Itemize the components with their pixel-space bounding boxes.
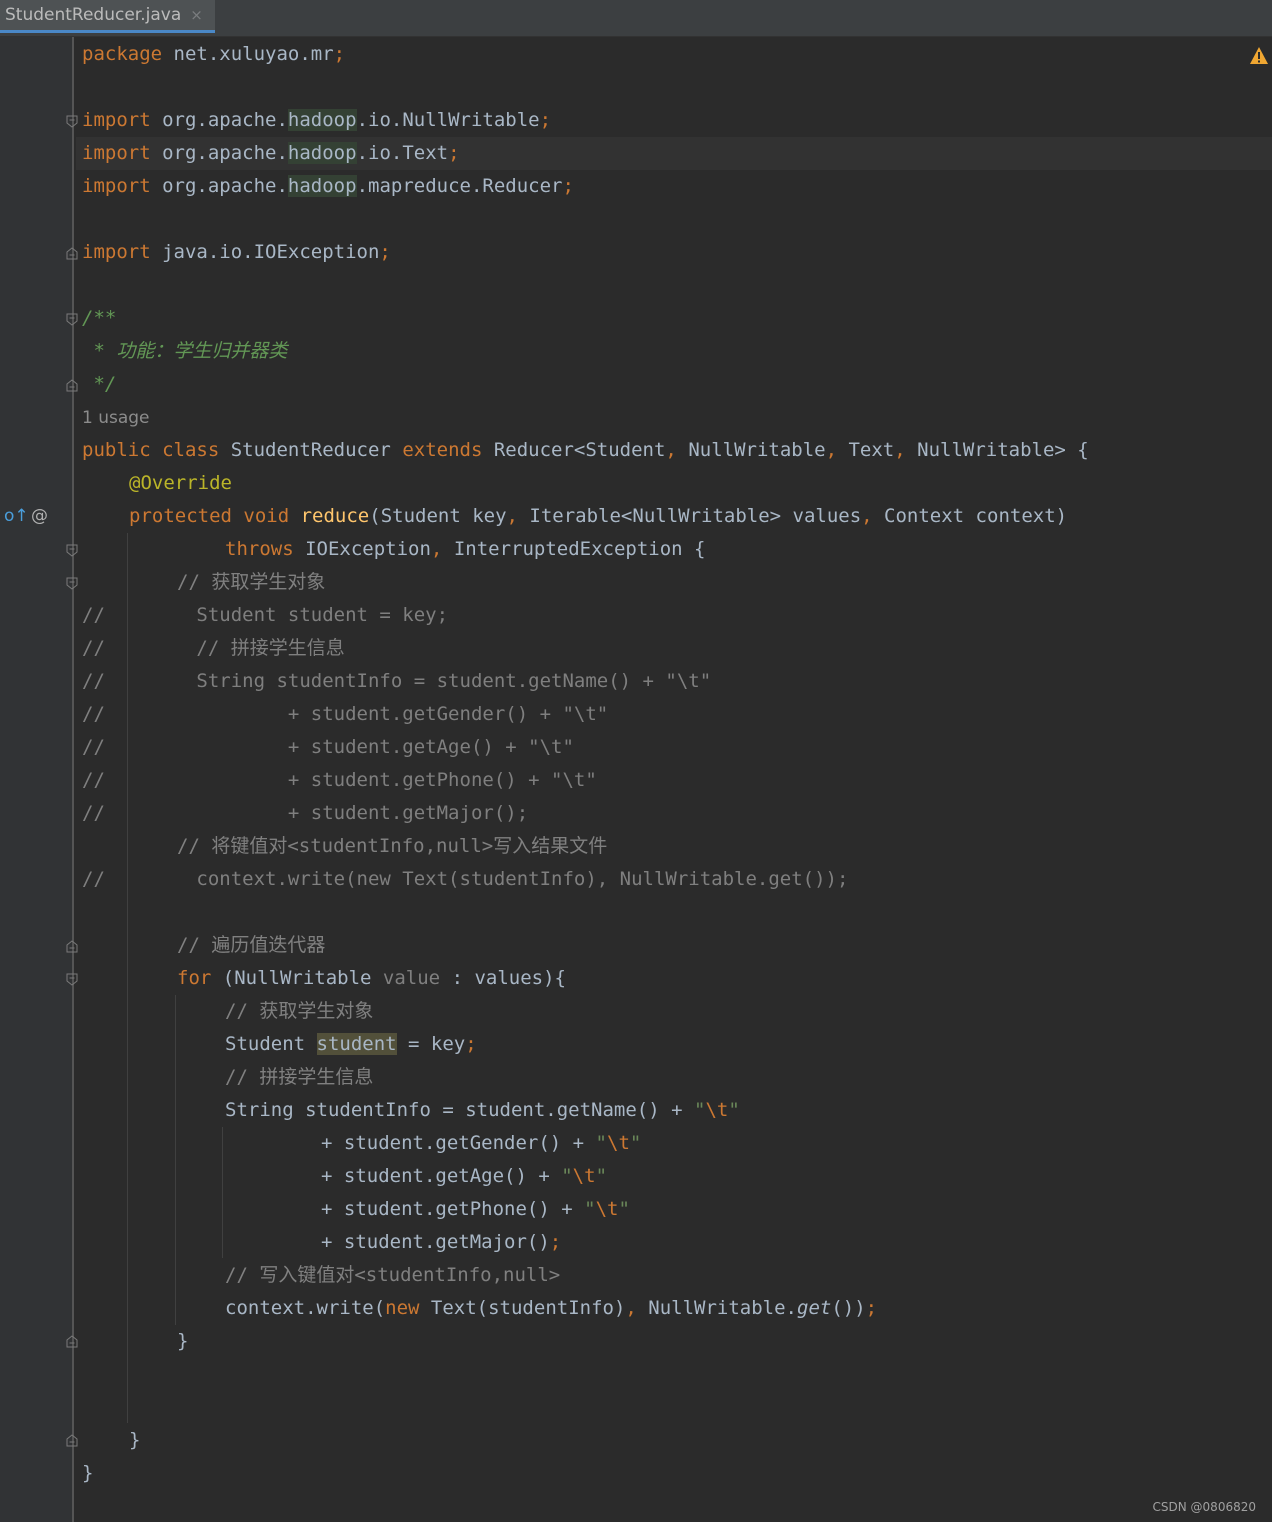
code-line-commented-out[interactable]: // + student.getAge() + "\t" [82, 731, 574, 764]
close-icon[interactable]: × [190, 6, 203, 24]
warning-triangle-icon[interactable] [1249, 46, 1269, 66]
code-line-throws[interactable]: throws IOException, InterruptedException… [225, 533, 705, 566]
code-line-annotation[interactable]: @Override [129, 467, 232, 500]
override-method-icon[interactable]: o↑ [4, 507, 29, 525]
code-line-javadoc[interactable]: */ [82, 368, 116, 401]
code-line-commented-out[interactable]: // + student.getPhone() + "\t" [82, 764, 597, 797]
code-line-import[interactable]: import java.io.IOException; [82, 236, 391, 269]
code-line-javadoc[interactable]: /** [82, 302, 116, 335]
code-line-statement[interactable]: context.write(new Text(studentInfo), Nul… [225, 1292, 877, 1325]
fold-marker[interactable] [66, 940, 78, 953]
code-line-commented-out[interactable]: // + student.getMajor(); [82, 797, 528, 830]
code-line-statement[interactable]: + student.getPhone() + "\t" [321, 1193, 630, 1226]
code-line-import[interactable]: import org.apache.hadoop.io.NullWritable… [82, 104, 551, 137]
code-line-commented-out[interactable]: // context.write(new Text(studentInfo), … [82, 863, 848, 896]
fold-marker[interactable] [66, 577, 78, 590]
code-line-commented-out[interactable]: // + student.getGender() + "\t" [82, 698, 608, 731]
usage-hint[interactable]: 1 usage [82, 402, 150, 435]
fold-marker[interactable] [66, 973, 78, 986]
code-line-statement[interactable]: + student.getAge() + "\t" [321, 1160, 607, 1193]
fold-marker[interactable] [66, 313, 78, 326]
code-line-statement[interactable]: + student.getMajor(); [321, 1226, 561, 1259]
fold-marker[interactable] [66, 1434, 78, 1447]
code-line-import[interactable]: import org.apache.hadoop.mapreduce.Reduc… [82, 170, 574, 203]
code-line-closing-brace[interactable]: } [129, 1424, 140, 1457]
indent-guide [175, 995, 176, 1325]
code-line-comment[interactable]: // 写入键值对<studentInfo,null> [225, 1259, 560, 1292]
code-line-comment[interactable]: // 将键值对<studentInfo,null>写入结果文件 [177, 830, 607, 863]
code-line-import[interactable]: import org.apache.hadoop.io.Text; [82, 137, 460, 170]
code-line-comment[interactable]: // 遍历值迭代器 [177, 929, 325, 962]
fold-marker[interactable] [66, 247, 78, 260]
code-line-javadoc[interactable]: * 功能：学生归并器类 [82, 335, 287, 368]
code-line-commented-out[interactable]: // String studentInfo = student.getName(… [82, 665, 711, 698]
indent-guide [222, 1127, 223, 1258]
code-line-statement[interactable]: + student.getGender() + "\t" [321, 1127, 641, 1160]
annotation-icon[interactable]: @ [31, 507, 48, 525]
fold-marker[interactable] [66, 379, 78, 392]
fold-marker[interactable] [66, 1335, 78, 1348]
tab-filename: StudentReducer.java [5, 5, 182, 25]
fold-marker[interactable] [66, 115, 78, 128]
code-line-closing-brace[interactable]: } [82, 1457, 93, 1490]
fold-marker[interactable] [66, 544, 78, 557]
code-line-commented-out[interactable]: // // 拼接学生信息 [82, 632, 345, 665]
editor-tab-bar: StudentReducer.java × [0, 0, 1272, 37]
watermark: CSDN @0806820 [1152, 1500, 1256, 1514]
tab-student-reducer[interactable]: StudentReducer.java × [0, 0, 215, 33]
code-line-for-loop[interactable]: for (NullWritable value : values){ [177, 962, 566, 995]
code-line-method-signature[interactable]: protected void reduce(Student key, Itera… [129, 500, 1067, 533]
code-line-comment[interactable]: // 获取学生对象 [177, 566, 325, 599]
code-line-commented-out[interactable]: // Student student = key; [82, 599, 448, 632]
code-line-statement[interactable]: String studentInfo = student.getName() +… [225, 1094, 740, 1127]
code-line-comment[interactable]: // 拼接学生信息 [225, 1061, 373, 1094]
code-line-statement[interactable]: Student student = key; [225, 1028, 477, 1061]
code-line-comment[interactable]: // 获取学生对象 [225, 995, 373, 1028]
code-line-closing-brace[interactable]: } [177, 1325, 188, 1358]
code-line-package[interactable]: package net.xuluyao.mr; [82, 38, 345, 71]
code-line-class-declaration[interactable]: public class StudentReducer extends Redu… [82, 434, 1089, 467]
editor-gutter [0, 37, 72, 1522]
